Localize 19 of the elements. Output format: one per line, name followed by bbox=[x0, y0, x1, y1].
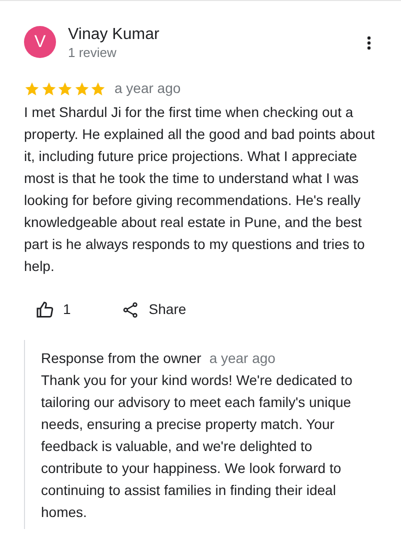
review-text: I met Shardul Ji for the first time when checking out a property. He explained all the good and bad points about it, including future price projections. What I appreciate most is that he took the time to understand what I was looking for before giving recommendations. He's really knowledgeable about real estate in Pune, and the best part is he always responds to my questions and tries to help. bbox=[24, 103, 376, 276]
review-time: a year ago bbox=[114, 79, 181, 98]
star-icon bbox=[90, 80, 106, 96]
like-button[interactable]: 1 bbox=[36, 299, 71, 320]
star-icon bbox=[40, 80, 56, 96]
more-options-icon bbox=[367, 36, 371, 50]
response-text: Thank you for your kind words! We're dedicated to tailoring our advisory to meet each family's unique needs, ensuring a precise property match. Your feedback is valuable, and we're delighted to contribute to your happiness. We look forward to continuing to assist families in finding their ideal homes. bbox=[41, 371, 354, 522]
avatar[interactable]: V bbox=[24, 26, 56, 58]
share-icon bbox=[122, 302, 139, 318]
star-icon bbox=[24, 80, 40, 96]
more-options-button[interactable] bbox=[365, 36, 373, 50]
star-icon bbox=[57, 80, 73, 96]
review-count: 1 review bbox=[68, 45, 118, 61]
share-button[interactable]: Share bbox=[122, 299, 186, 320]
reviewer-name[interactable]: Vinay Kumar bbox=[68, 25, 365, 45]
thumbs-up-icon bbox=[36, 300, 54, 318]
star-icon bbox=[74, 80, 90, 96]
response-time: a year ago bbox=[209, 349, 276, 368]
response-title: Response from the owner bbox=[41, 349, 202, 368]
